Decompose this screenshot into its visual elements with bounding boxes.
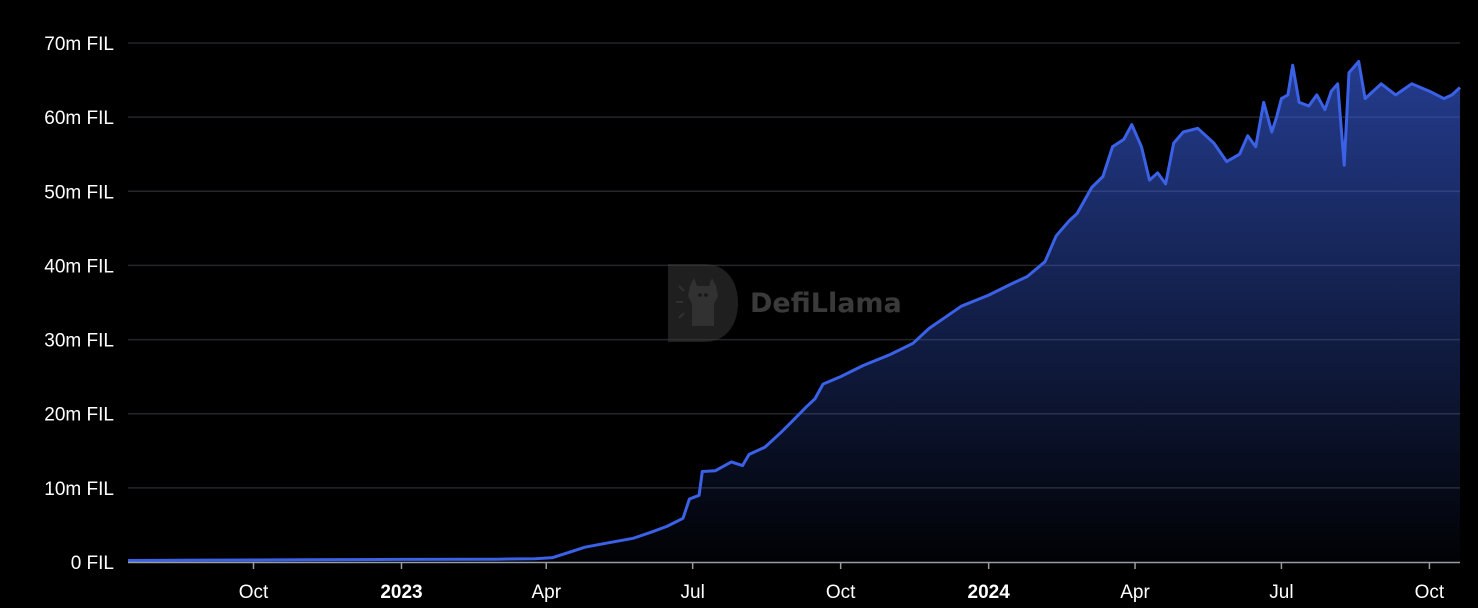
x-tick-label: 2023 xyxy=(380,582,422,603)
y-axis-tick-labels: 0 FIL 10m FIL 20m FIL 30m FIL 40m FIL 50m FIL… xyxy=(44,34,114,574)
y-tick-label: 60m FIL xyxy=(44,108,114,129)
y-tick-label: 70m FIL xyxy=(44,34,114,55)
x-tick-label: Jul xyxy=(681,582,705,603)
x-tick-label: 2024 xyxy=(968,582,1011,603)
y-tick-label: 30m FIL xyxy=(44,331,114,352)
x-axis-ticks: Oct 2023 Apr Jul Oct 2024 Apr Jul Oct xyxy=(239,562,1445,603)
x-tick-label: Jul xyxy=(1269,582,1293,603)
chart: 0 FIL 10m FIL 20m FIL 30m FIL 40m FIL 50m FIL… xyxy=(44,34,1462,603)
x-tick-label: Oct xyxy=(826,582,856,603)
llama-logo-icon xyxy=(668,264,738,342)
y-tick-label: 20m FIL xyxy=(44,405,114,426)
y-tick-label: 10m FIL xyxy=(44,479,114,500)
x-tick-label: Apr xyxy=(1120,582,1150,603)
x-tick-label: Oct xyxy=(1415,582,1445,603)
y-tick-label: 50m FIL xyxy=(44,182,114,203)
y-tick-label: 0 FIL xyxy=(71,553,114,574)
watermark-text: DefiLlama xyxy=(750,288,902,319)
x-tick-label: Oct xyxy=(239,582,269,603)
watermark: DefiLlama xyxy=(668,264,902,342)
x-tick-label: Apr xyxy=(531,582,561,603)
y-tick-label: 40m FIL xyxy=(44,256,114,277)
